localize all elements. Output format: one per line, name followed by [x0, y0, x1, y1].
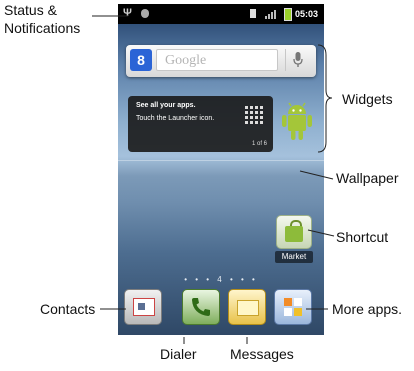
callout-widgets: Widgets — [342, 91, 393, 107]
callout-status-line2: Notifications — [4, 20, 81, 36]
callout-contacts: Contacts — [40, 301, 96, 317]
debug-icon — [141, 9, 149, 18]
mic-icon[interactable] — [285, 49, 310, 71]
wallpaper-horizon — [118, 160, 324, 161]
status-bar[interactable]: Ψ 05:03 — [118, 4, 324, 24]
battery-icon — [284, 8, 292, 21]
google-logo-icon[interactable]: 8 — [130, 49, 152, 71]
search-input[interactable]: Google — [156, 49, 278, 71]
contacts-icon[interactable] — [124, 289, 162, 325]
tip-page-indicator: 1 of 6 — [251, 141, 267, 147]
callout-status-notifications: Status & Notifications — [4, 1, 80, 37]
callout-shortcut: Shortcut — [336, 229, 389, 245]
signal-icon — [265, 9, 276, 19]
messages-icon[interactable] — [228, 289, 266, 325]
dialer-icon[interactable] — [182, 289, 220, 325]
page-indicator-dots: • • • 4 • • • — [184, 275, 258, 284]
status-time: 05:03 — [294, 9, 318, 19]
launcher-grid-icon — [245, 106, 263, 124]
tip-text: Touch the Launcher icon. — [136, 115, 215, 122]
callout-more-apps: More apps. — [332, 301, 403, 317]
sim-icon — [250, 9, 256, 18]
dock — [118, 289, 324, 335]
usb-icon: Ψ — [123, 7, 132, 19]
more-apps-icon[interactable] — [274, 289, 312, 325]
callout-wallpaper: Wallpaper — [336, 170, 399, 186]
market-shortcut-label[interactable]: Market — [275, 251, 313, 263]
android-robot-icon — [282, 102, 312, 140]
phone-home-screen: Ψ 05:03 8 Google See all your apps. Touc… — [118, 4, 324, 335]
google-search-widget[interactable]: 8 Google — [126, 45, 316, 77]
launcher-tip-widget[interactable]: See all your apps. Touch the Launcher ic… — [128, 96, 273, 152]
tip-title: See all your apps. — [136, 102, 196, 109]
callout-messages: Messages — [230, 346, 294, 362]
callout-dialer: Dialer — [160, 346, 197, 362]
callout-status-line1: Status & — [4, 2, 57, 18]
market-icon[interactable] — [276, 215, 312, 249]
